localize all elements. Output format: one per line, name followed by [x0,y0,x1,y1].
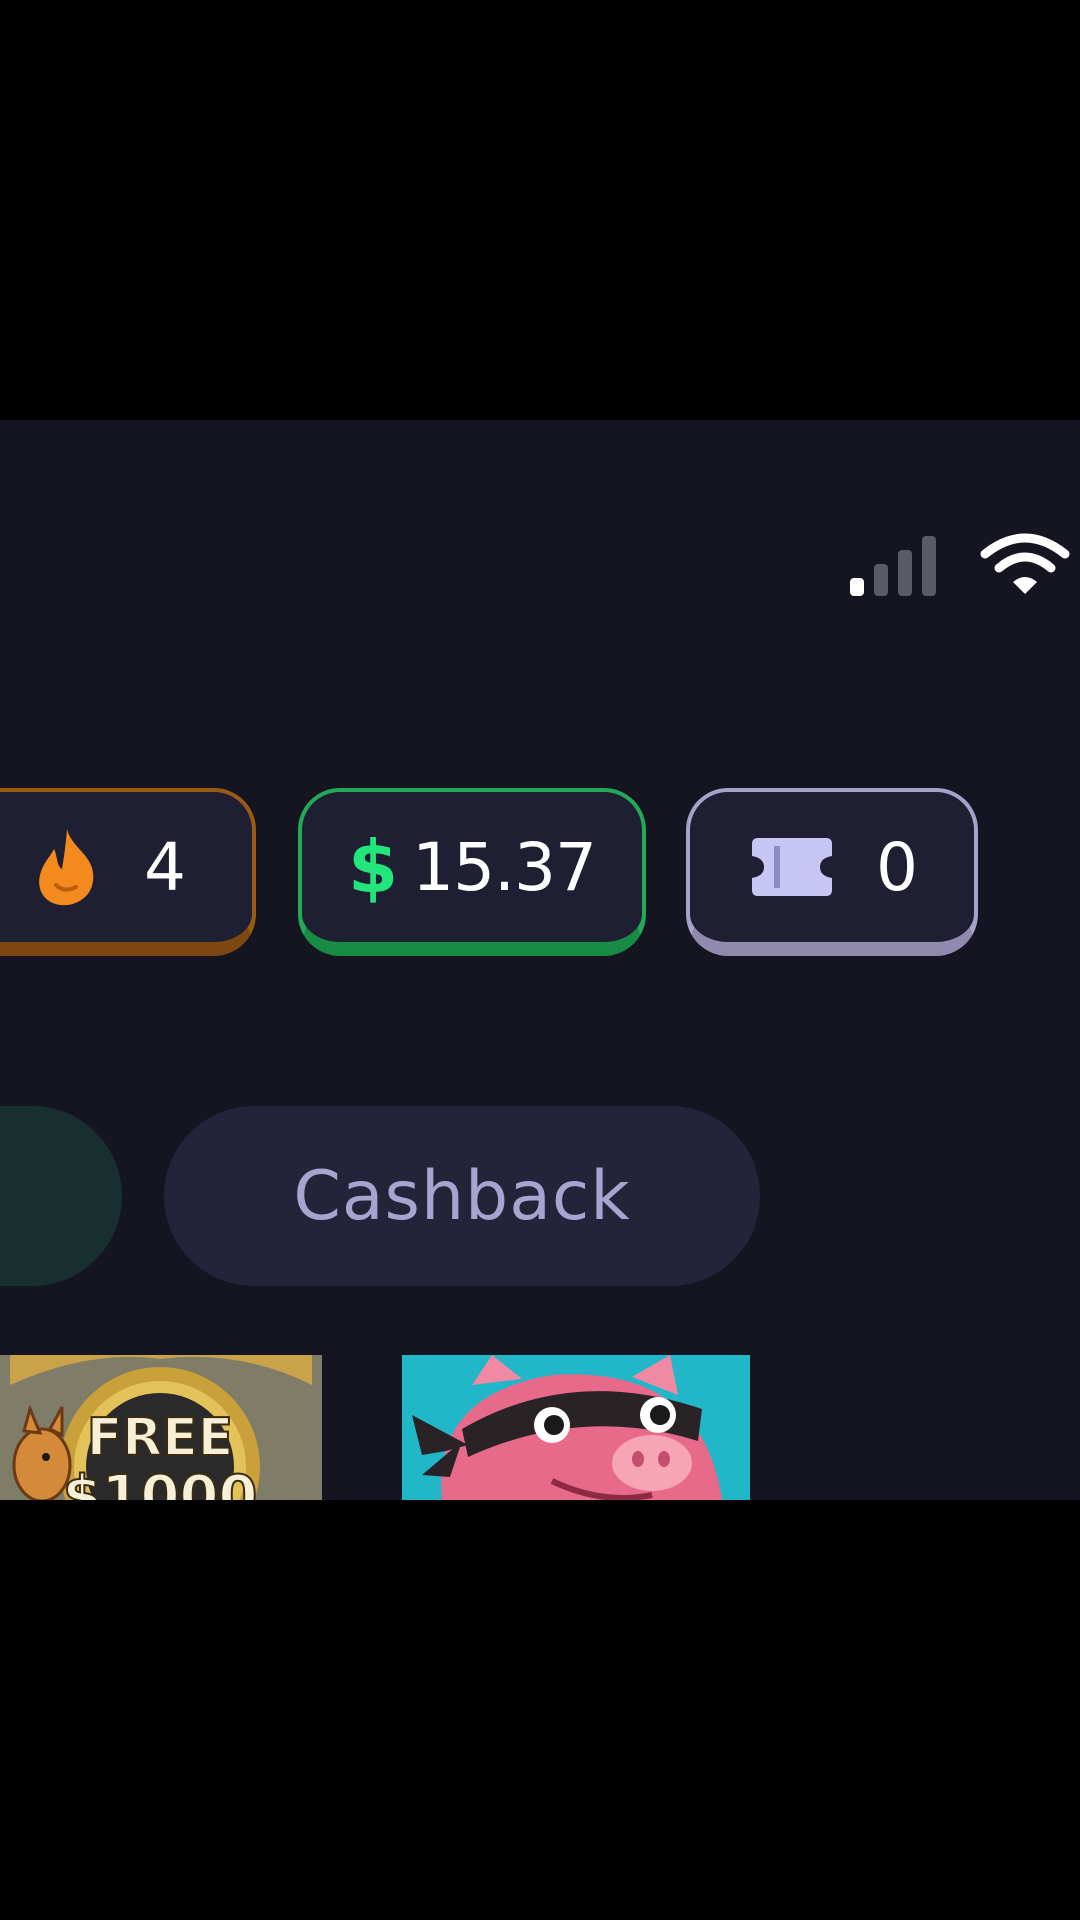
filter-chip-partial[interactable] [0,1106,122,1286]
game-tile-free-1000[interactable]: FREE $1000 [0,1355,322,1500]
currency-symbol: $ [347,825,399,909]
pig-character-image [402,1355,750,1500]
tickets-value: 0 [876,828,918,906]
game-tile-art: FREE $1000 [0,1355,322,1500]
cashback-label: Cashback [293,1156,631,1236]
ticket-icon [752,838,832,896]
wifi-icon [980,533,1070,594]
streak-counter[interactable]: 4 [0,788,256,956]
streak-value: 4 [144,828,186,906]
cellular-signal-icon [850,536,936,596]
tile-free-text: FREE [87,1408,234,1468]
game-tile-pig[interactable] [402,1355,750,1500]
app-screen: 4 $ 15.37 0 Cashback FREE $1000 [0,420,1080,1500]
flame-icon [39,829,94,906]
tickets-counter[interactable]: 0 [686,788,978,956]
balance-counter[interactable]: $ 15.37 [298,788,646,956]
balance-amount: 15.37 [412,828,597,906]
tile-amount-text: $1000 [63,1464,258,1500]
filter-chip-cashback[interactable]: Cashback [164,1106,760,1286]
